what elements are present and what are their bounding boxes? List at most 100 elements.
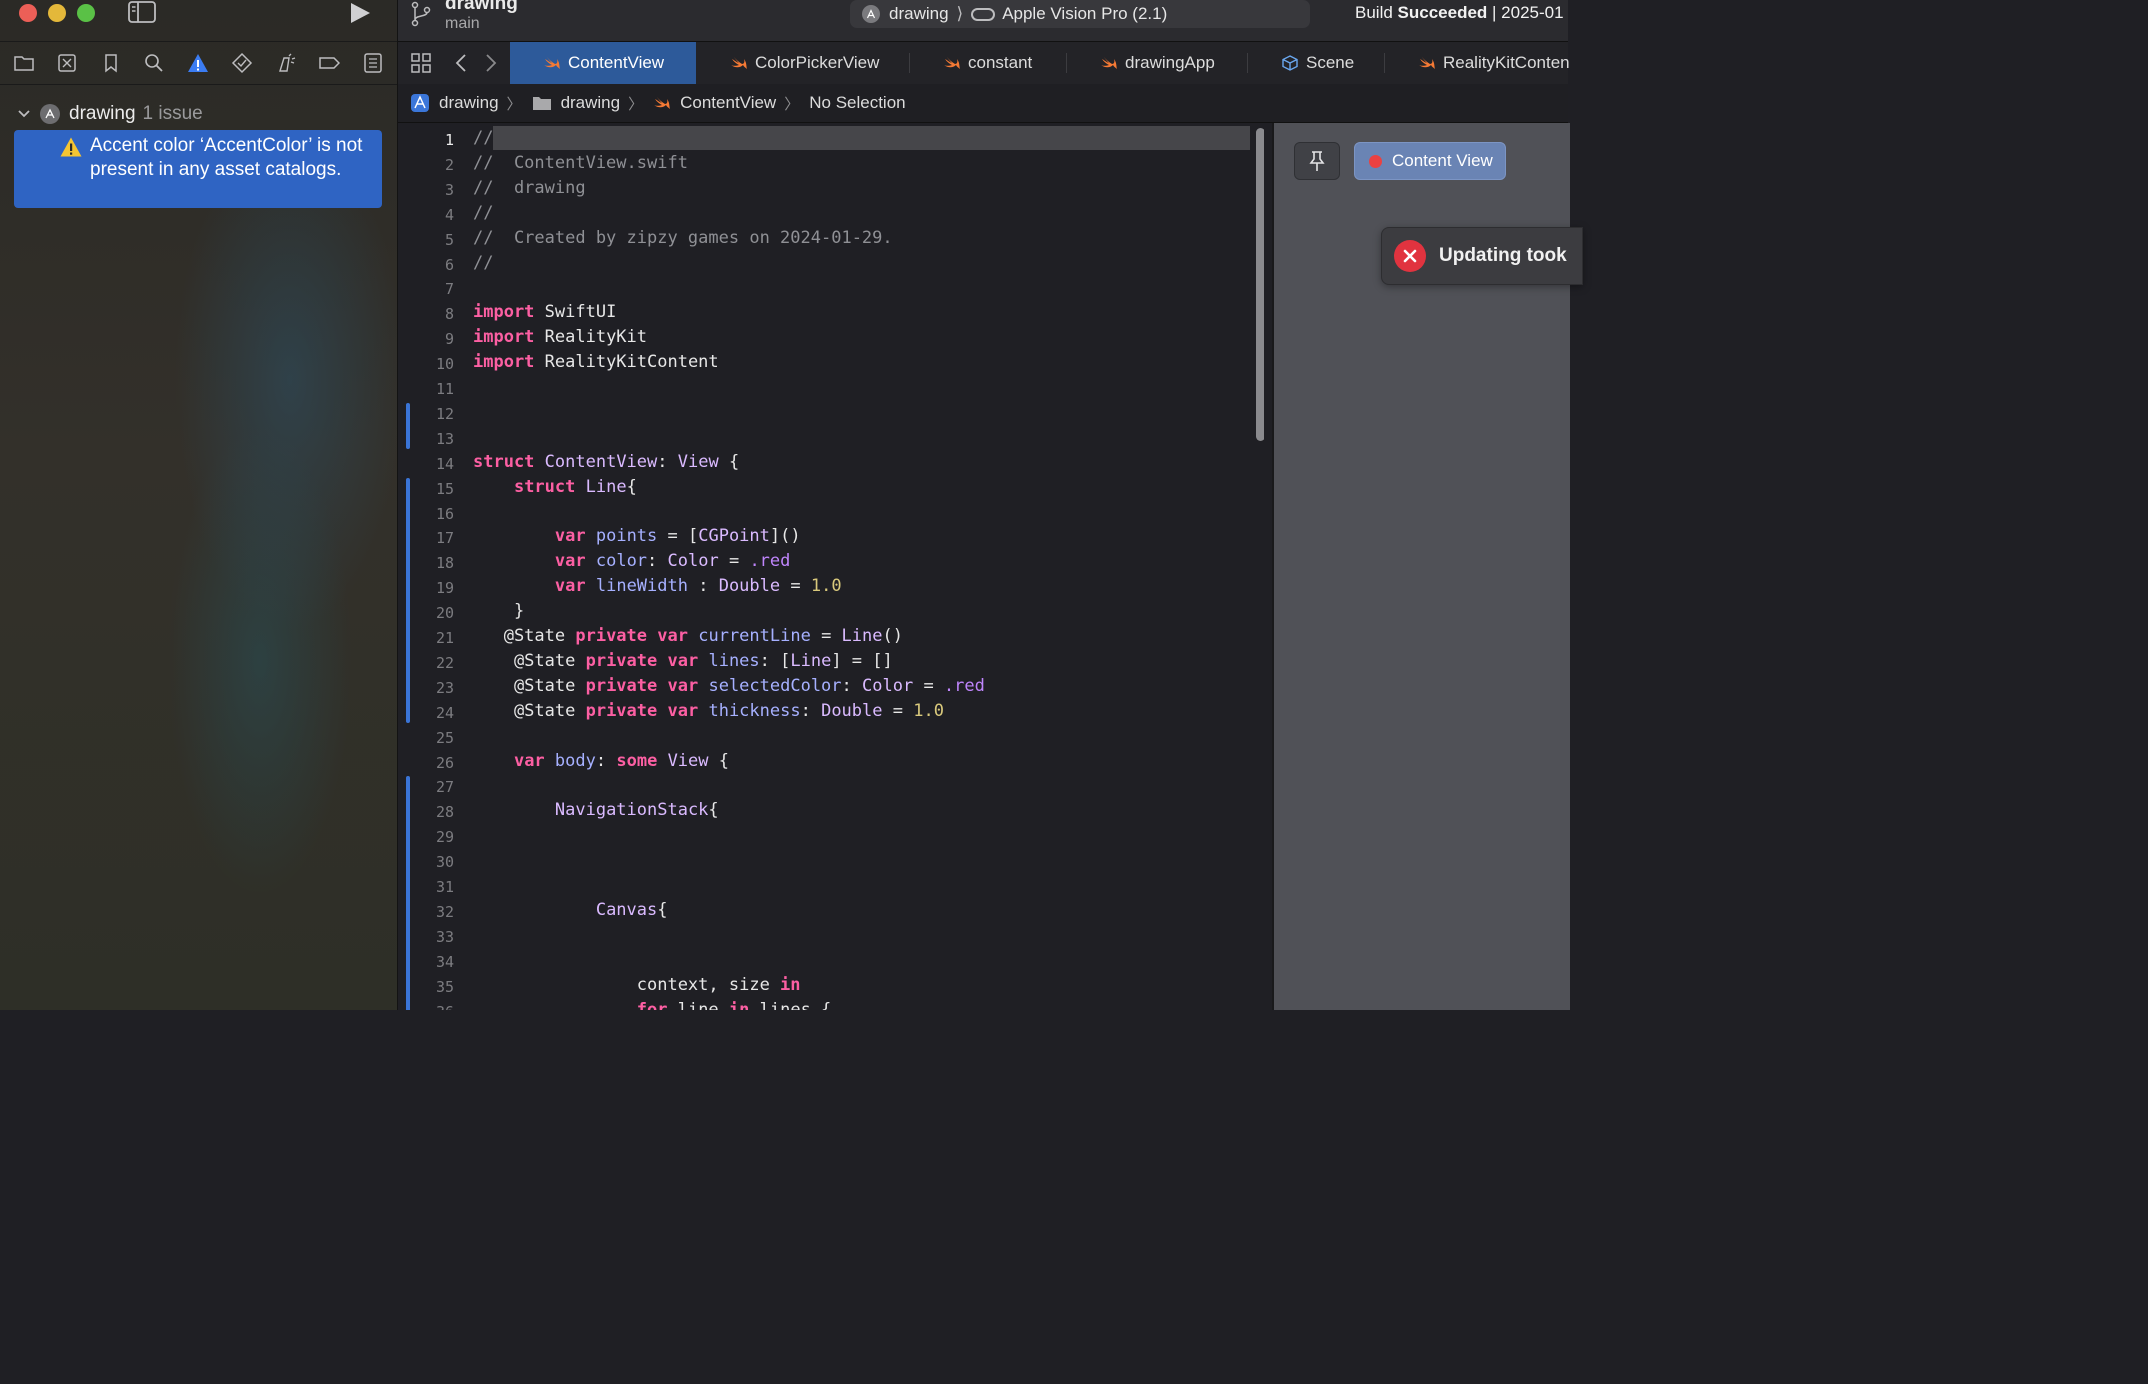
sidebar-toggle-icon[interactable] <box>128 1 156 23</box>
tab-constant[interactable]: constant <box>910 42 1066 84</box>
folder-icon[interactable] <box>13 52 35 74</box>
source-editor[interactable]: 1 2 3 4 5 6 7 8 9 10 11 12 13 14 15 16 17 18 19 20 21 22 23 24 2… <box>398 123 1264 1010</box>
tab-scene[interactable]: Scene <box>1248 42 1384 84</box>
change-indicator[interactable] <box>406 776 410 1010</box>
code-line[interactable]: import RealityKitContent <box>473 350 719 375</box>
tab-realitykitcontent[interactable]: RealityKitConten <box>1385 42 1570 84</box>
line-number[interactable]: 12 <box>404 405 454 423</box>
line-number[interactable]: 35 <box>404 978 454 996</box>
chevron-down-icon[interactable] <box>16 106 32 122</box>
line-number[interactable]: 19 <box>404 579 454 597</box>
code-line[interactable]: struct ContentView: View { <box>473 450 739 475</box>
find-icon[interactable] <box>143 52 165 74</box>
line-number[interactable]: 28 <box>404 803 454 821</box>
scheme-selector[interactable]: drawing ⟩ Apple Vision Pro (2.1) <box>850 0 1310 28</box>
code-line[interactable]: var color: Color = .red <box>473 549 791 574</box>
code-line[interactable]: Canvas{ <box>473 898 668 923</box>
code-line[interactable]: var lineWidth : Double = 1.0 <box>473 574 842 599</box>
branch-name[interactable]: main <box>445 15 480 33</box>
breakpoint-icon[interactable] <box>318 52 341 74</box>
related-items-icon[interactable] <box>409 51 433 75</box>
line-number[interactable]: 10 <box>404 355 454 373</box>
line-number[interactable]: 22 <box>404 654 454 672</box>
tab-contentview[interactable]: ContentView <box>510 42 696 84</box>
code-line[interactable]: import SwiftUI <box>473 300 616 325</box>
line-number[interactable]: 9 <box>404 330 454 348</box>
line-number[interactable]: 27 <box>404 778 454 796</box>
run-button[interactable] <box>348 1 372 25</box>
debug-icon[interactable] <box>275 52 297 74</box>
change-indicator[interactable] <box>406 402 410 449</box>
change-indicator[interactable] <box>406 477 410 723</box>
pin-preview-button[interactable] <box>1294 142 1340 180</box>
code-line[interactable]: @State private var selectedColor: Color … <box>473 674 985 699</box>
code-line[interactable]: // drawing <box>473 176 586 201</box>
close-window-button[interactable] <box>19 4 37 22</box>
code-line[interactable]: // <box>473 126 493 151</box>
line-number[interactable]: 25 <box>404 729 454 747</box>
forward-icon[interactable] <box>478 51 502 75</box>
minimize-window-button[interactable] <box>48 4 66 22</box>
code-line[interactable]: } <box>473 599 524 624</box>
editor-scrollbar[interactable] <box>1256 128 1264 441</box>
line-number[interactable]: 11 <box>404 380 454 398</box>
line-number[interactable]: 16 <box>404 505 454 523</box>
code-line[interactable]: for line in lines { <box>473 998 832 1011</box>
line-number[interactable]: 31 <box>404 878 454 896</box>
code-line[interactable]: // Created by zipzy games on 2024-01-29. <box>473 226 893 251</box>
code-line[interactable]: NavigationStack{ <box>473 798 719 823</box>
line-number[interactable]: 6 <box>404 256 454 274</box>
issue-group-header[interactable]: drawing 1 issue <box>16 102 203 126</box>
code-line[interactable]: var points = [CGPoint]() <box>473 524 801 549</box>
code-line[interactable]: @State private var currentLine = Line() <box>473 624 903 649</box>
line-number[interactable]: 14 <box>404 455 454 473</box>
maximize-window-button[interactable] <box>77 4 95 22</box>
line-number[interactable]: 32 <box>404 903 454 921</box>
test-icon[interactable] <box>231 52 253 74</box>
line-number[interactable]: 18 <box>404 554 454 572</box>
line-number[interactable]: 33 <box>404 928 454 946</box>
line-number[interactable]: 24 <box>404 704 454 722</box>
line-number[interactable]: 21 <box>404 629 454 647</box>
line-number[interactable]: 13 <box>404 430 454 448</box>
line-number[interactable]: 4 <box>404 206 454 224</box>
code-line[interactable]: // <box>473 201 493 226</box>
line-number[interactable]: 23 <box>404 679 454 697</box>
report-icon[interactable] <box>362 52 384 74</box>
line-number[interactable]: 36 <box>404 1003 454 1011</box>
code-line[interactable]: context, size in <box>473 973 801 998</box>
jumpbar-selection[interactable]: No Selection <box>809 93 905 113</box>
code-line[interactable]: @State private var lines: [Line] = [] <box>473 649 893 674</box>
line-number[interactable]: 20 <box>404 604 454 622</box>
line-number[interactable]: 8 <box>404 305 454 323</box>
code-line[interactable]: struct Line{ <box>473 475 637 500</box>
code-line[interactable]: import RealityKit <box>473 325 647 350</box>
code-line[interactable]: // <box>473 251 493 276</box>
jumpbar-file[interactable]: ContentView <box>653 93 776 113</box>
line-number[interactable]: 1 <box>404 131 454 149</box>
issue-item[interactable]: Accent color ‘AccentColor’ is not presen… <box>14 130 382 208</box>
source-control-icon[interactable] <box>56 52 78 74</box>
code-line[interactable]: var body: some View { <box>473 749 729 774</box>
back-icon[interactable] <box>450 51 474 75</box>
line-number[interactable]: 5 <box>404 231 454 249</box>
line-number[interactable]: 2 <box>404 156 454 174</box>
line-number[interactable]: 7 <box>404 280 454 298</box>
line-number[interactable]: 29 <box>404 828 454 846</box>
jumpbar-folder[interactable]: drawing <box>532 93 620 113</box>
content-view-preview-button[interactable]: Content View <box>1354 142 1506 180</box>
issue-warning-icon[interactable] <box>187 52 209 74</box>
code-line[interactable]: // ContentView.swift <box>473 151 688 176</box>
tab-drawingapp[interactable]: drawingApp <box>1067 42 1247 84</box>
line-number[interactable]: 30 <box>404 853 454 871</box>
line-number[interactable]: 17 <box>404 529 454 547</box>
line-number[interactable]: 34 <box>404 953 454 971</box>
tab-colorpickerview[interactable]: ColorPickerView <box>697 42 909 84</box>
bookmark-icon[interactable] <box>100 52 122 74</box>
line-number[interactable]: 3 <box>404 181 454 199</box>
preview-error-banner[interactable]: Updating took <box>1381 227 1583 285</box>
project-title[interactable]: drawing <box>445 0 518 15</box>
jumpbar-project[interactable]: drawing <box>410 93 499 113</box>
line-number[interactable]: 15 <box>404 480 454 498</box>
line-number[interactable]: 26 <box>404 754 454 772</box>
